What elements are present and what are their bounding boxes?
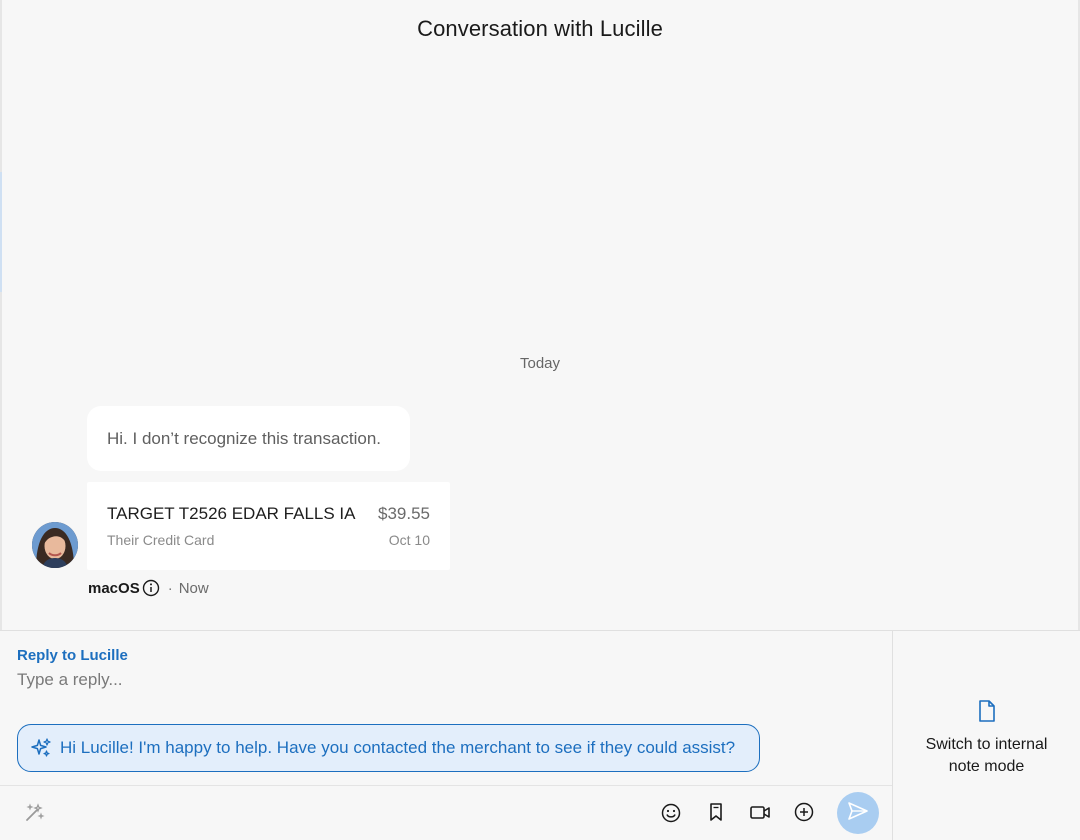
avatar-image (32, 522, 78, 568)
video-icon[interactable] (746, 798, 774, 826)
magic-wand-icon[interactable] (20, 799, 48, 827)
avatar (32, 522, 78, 568)
left-divider-accent (0, 172, 2, 292)
message-text: Hi. I don’t recognize this transaction. (107, 428, 382, 448)
day-separator: Today (519, 355, 561, 372)
info-icon[interactable] (142, 579, 160, 597)
transaction-date: Oct 10 (388, 532, 430, 548)
emoji-icon[interactable] (657, 799, 685, 827)
message-time: Now (178, 579, 209, 597)
switch-note-mode-label: Switch to internal note mode (925, 736, 1048, 775)
send-button[interactable] (837, 792, 879, 834)
transaction-card[interactable]: TARGET T2526 EDAR FALLS IA $39.55 Their … (87, 482, 450, 570)
reply-composer: Reply to Lucille Hi Lucille! I'm happy t… (0, 631, 892, 840)
sparkle-icon (30, 737, 52, 759)
transaction-amount: $39.55 (378, 504, 430, 523)
message-source: macOS (88, 579, 140, 597)
suggested-reply-button[interactable]: Hi Lucille! I'm happy to help. Have you … (17, 724, 760, 772)
switch-note-mode-button[interactable]: Switch to internal note mode (892, 631, 1080, 840)
transaction-merchant: TARGET T2526 EDAR FALLS IA (107, 504, 356, 523)
conversation-header: Conversation with Lucille (0, 0, 1080, 58)
add-circle-icon[interactable] (790, 798, 818, 826)
suggested-reply-text: Hi Lucille! I'm happy to help. Have you … (60, 738, 736, 757)
meta-separator: · (167, 579, 173, 597)
reply-to-label: Reply to Lucille (17, 647, 128, 664)
customer-message-bubble: Hi. I don’t recognize this transaction. (87, 406, 410, 471)
message-meta: macOS · Now (88, 579, 209, 597)
reply-input[interactable] (17, 667, 867, 693)
send-icon (847, 800, 869, 827)
left-divider (0, 0, 2, 630)
toolbar-divider (0, 785, 892, 786)
document-icon (976, 699, 998, 728)
transaction-account: Their Credit Card (107, 532, 215, 548)
page-title: Conversation with Lucille (417, 16, 663, 41)
bookmark-icon[interactable] (702, 798, 730, 826)
